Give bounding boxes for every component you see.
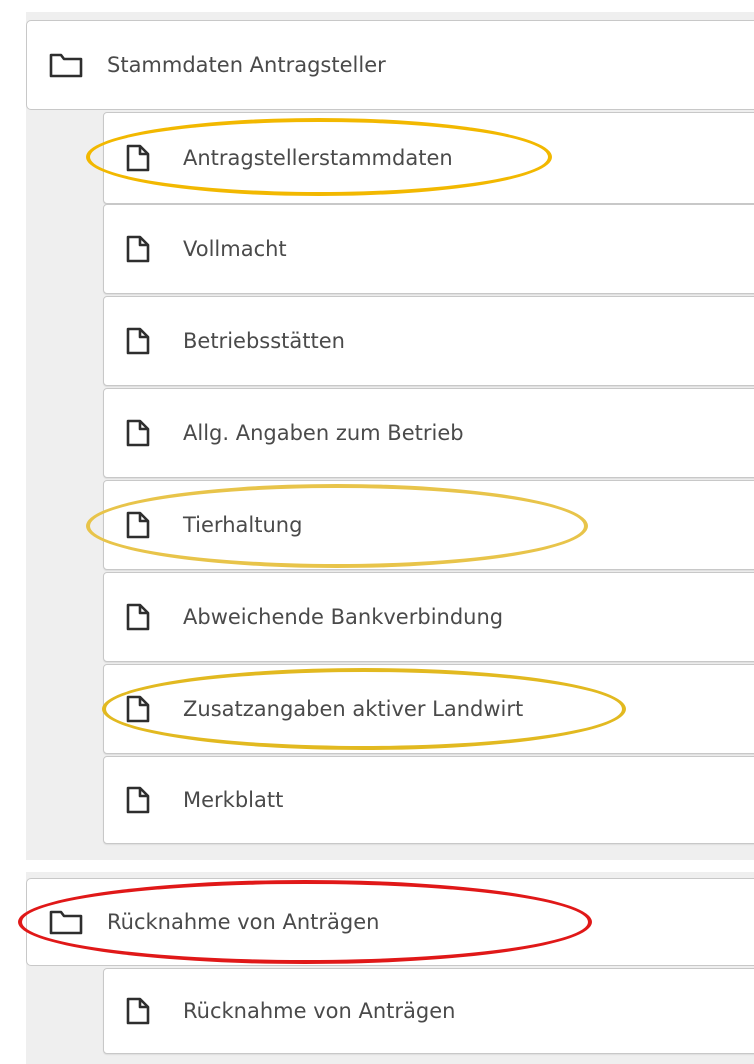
item-label: Antragstellerstammdaten <box>183 146 453 170</box>
document-icon <box>126 327 150 355</box>
document-icon <box>126 419 150 447</box>
document-icon <box>126 786 150 814</box>
folder-label: Stammdaten Antragsteller <box>107 53 386 77</box>
list-item-antragstellerstammdaten[interactable]: Antragstellerstammdaten <box>103 112 754 204</box>
document-icon <box>126 144 150 172</box>
item-label: Merkblatt <box>183 788 284 812</box>
item-label: Zusatzangaben aktiver Landwirt <box>183 697 524 721</box>
list-item-allg-angaben[interactable]: Allg. Angaben zum Betrieb <box>103 388 754 478</box>
list-item-vollmacht[interactable]: Vollmacht <box>103 204 754 294</box>
tree-navigation: Stammdaten Antragsteller Antragstellerst… <box>0 0 754 1064</box>
folder-ruecknahme-von-antraegen[interactable]: Rücknahme von Anträgen <box>26 878 754 966</box>
list-item-ruecknahme-von-antraegen[interactable]: Rücknahme von Anträgen <box>103 968 754 1054</box>
folder-stammdaten-antragsteller[interactable]: Stammdaten Antragsteller <box>26 20 754 110</box>
list-item-zusatzangaben-aktiver-landwirt[interactable]: Zusatzangaben aktiver Landwirt <box>103 664 754 754</box>
list-item-merkblatt[interactable]: Merkblatt <box>103 756 754 844</box>
item-label: Betriebsstätten <box>183 329 345 353</box>
item-label: Abweichende Bankverbindung <box>183 605 504 629</box>
document-icon <box>126 695 150 723</box>
list-item-tierhaltung[interactable]: Tierhaltung <box>103 480 754 570</box>
document-icon <box>126 235 150 263</box>
document-icon <box>126 603 150 631</box>
item-label: Allg. Angaben zum Betrieb <box>183 421 464 445</box>
list-item-betriebsstaetten[interactable]: Betriebsstätten <box>103 296 754 386</box>
folder-icon <box>49 53 83 78</box>
list-item-abweichende-bankverbindung[interactable]: Abweichende Bankverbindung <box>103 572 754 662</box>
document-icon <box>126 511 150 539</box>
folder-label: Rücknahme von Anträgen <box>107 910 380 934</box>
item-label: Tierhaltung <box>183 513 303 537</box>
document-icon <box>126 997 150 1025</box>
item-label: Rücknahme von Anträgen <box>183 999 456 1023</box>
item-label: Vollmacht <box>183 237 287 261</box>
folder-icon <box>49 910 83 935</box>
